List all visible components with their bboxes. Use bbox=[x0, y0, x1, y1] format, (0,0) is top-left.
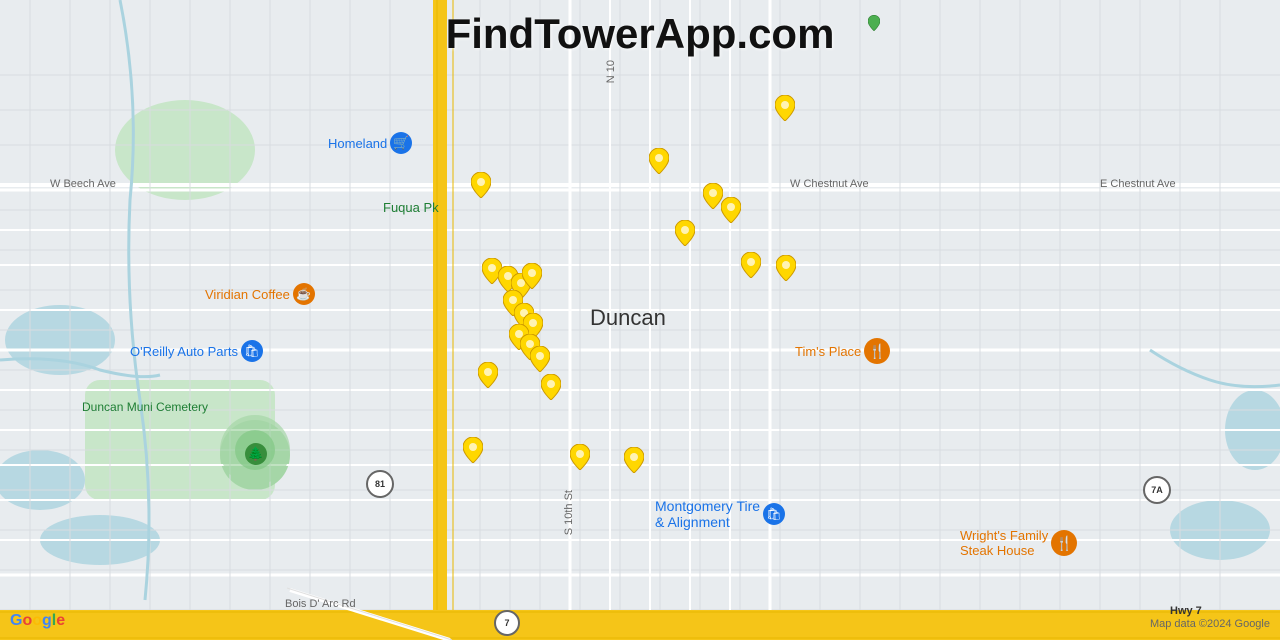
hwy7-shield: 7 bbox=[494, 610, 520, 636]
tower-pin[interactable] bbox=[776, 255, 796, 286]
tower-pin[interactable] bbox=[649, 148, 669, 179]
tower-pin[interactable] bbox=[741, 252, 761, 283]
tower-pin[interactable] bbox=[463, 437, 483, 468]
street-grid bbox=[0, 0, 1280, 640]
tower-pin[interactable] bbox=[775, 95, 795, 126]
tower-pin[interactable] bbox=[522, 263, 542, 294]
hwy81-shield: 81 bbox=[366, 470, 394, 498]
tower-pin[interactable] bbox=[721, 197, 741, 228]
map-container[interactable]: FindTowerApp.com Duncan W Beech Ave W Ch… bbox=[0, 0, 1280, 640]
tower-pin-top[interactable] bbox=[868, 15, 880, 36]
tower-pin[interactable] bbox=[471, 172, 491, 203]
tower-pin[interactable] bbox=[675, 220, 695, 251]
site-title: FindTowerApp.com bbox=[446, 10, 835, 58]
tower-pin[interactable] bbox=[530, 346, 550, 377]
google-logo: Google bbox=[10, 612, 65, 630]
tower-pin[interactable] bbox=[570, 444, 590, 475]
cemetery-icon: 🌲 bbox=[245, 443, 267, 465]
tower-pin[interactable] bbox=[541, 374, 561, 405]
tower-pin[interactable] bbox=[478, 362, 498, 393]
tower-pin[interactable] bbox=[624, 447, 644, 478]
tower-pin[interactable] bbox=[703, 183, 723, 214]
map-attribution: Map data ©2024 Google bbox=[1150, 618, 1270, 630]
hwy7a-shield: 7A bbox=[1143, 476, 1171, 504]
